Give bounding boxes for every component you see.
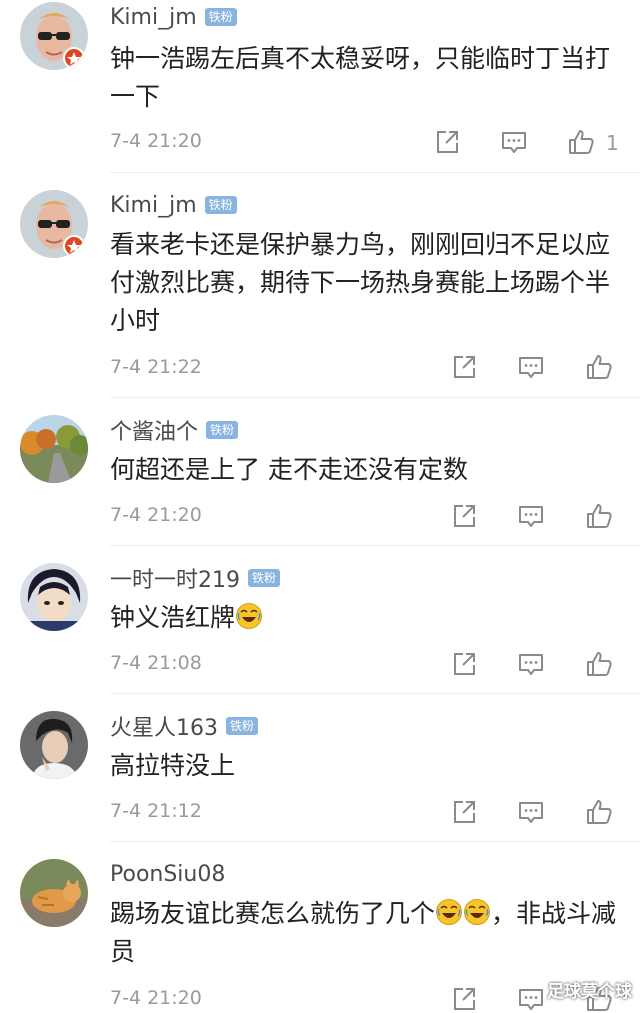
avatar[interactable] <box>20 859 88 927</box>
share-icon[interactable] <box>450 353 478 381</box>
comment-header: 火星人163 铁粉 <box>110 710 259 742</box>
fan-badge: 铁粉 <box>206 421 239 439</box>
comment-item: 一时一时219 铁粉 钟义浩红牌 7-4 21:08 <box>0 545 640 693</box>
avatar[interactable] <box>20 711 88 779</box>
comment-time: 7-4 21:12 <box>110 800 202 822</box>
comment-time: 7-4 21:08 <box>110 652 202 674</box>
comment-header: 个酱油个 铁粉 <box>110 414 239 446</box>
watermark: 足球莫个球 <box>547 982 632 1002</box>
fan-badge: 铁粉 <box>204 196 237 214</box>
comment-item: 个酱油个 铁粉 何超还是上了 走不走还没有定数 7-4 21:20 <box>0 397 640 545</box>
reply-icon[interactable] <box>500 128 528 156</box>
username[interactable]: Kimi_jm <box>110 193 197 218</box>
comment-header: Kimi_jm 铁粉 <box>110 190 237 220</box>
share-icon[interactable] <box>433 128 461 156</box>
username[interactable]: 火星人163 <box>110 710 218 742</box>
share-icon[interactable] <box>450 650 478 678</box>
like-icon[interactable] <box>567 128 595 156</box>
comment-item: PoonSiu08 踢场友谊比赛怎么就伤了几个 ，非战斗减员 7-4 21:20 <box>0 841 640 1006</box>
like-icon[interactable] <box>585 353 613 381</box>
comment-time: 7-4 21:20 <box>110 130 202 152</box>
username[interactable]: PoonSiu08 <box>110 862 225 887</box>
laughing-tears-emoji-icon <box>235 602 263 630</box>
comment-text-content: 踢场友谊比赛怎么就伤了几个 <box>110 899 436 928</box>
like-count: 1 <box>606 131 619 155</box>
comment-text: 钟义浩红牌 <box>110 599 622 637</box>
laughing-tears-emoji-icon <box>463 898 491 926</box>
fan-badge: 铁粉 <box>248 569 281 587</box>
like-icon[interactable] <box>585 502 613 530</box>
fan-badge: 铁粉 <box>204 8 237 26</box>
comment-time: 7-4 21:22 <box>110 356 202 378</box>
comment-header: PoonSiu08 <box>110 859 225 889</box>
avatar[interactable] <box>20 563 88 631</box>
comment-item: 火星人163 铁粉 高拉特没上 7-4 21:12 <box>0 693 640 841</box>
avatar[interactable] <box>20 190 88 258</box>
comment-header: 一时一时219 铁粉 <box>110 562 281 594</box>
username[interactable]: 一时一时219 <box>110 562 240 594</box>
comment-text: 高拉特没上 <box>110 751 236 780</box>
like-icon[interactable] <box>585 798 613 826</box>
reply-icon[interactable] <box>517 798 545 826</box>
username[interactable]: 个酱油个 <box>110 414 198 446</box>
share-icon[interactable] <box>450 502 478 530</box>
fan-badge: 铁粉 <box>226 717 259 735</box>
reply-icon[interactable] <box>517 502 545 530</box>
comment-text: 钟一浩踢左后真不太稳妥呀，只能临时丁当打一下 <box>110 44 611 111</box>
share-icon[interactable] <box>450 798 478 826</box>
reply-icon[interactable] <box>517 650 545 678</box>
reply-icon[interactable] <box>517 985 545 1013</box>
comment-text-content: 钟义浩红牌 <box>110 603 236 632</box>
comment-item: Kimi_jm 铁粉 看来老卡还是保护暴力鸟，刚刚回归不足以应付激烈比赛，期待下… <box>0 172 640 397</box>
comment-header: Kimi_jm 铁粉 <box>110 2 237 32</box>
like-icon[interactable] <box>585 650 613 678</box>
laughing-tears-emoji-icon <box>435 898 463 926</box>
avatar[interactable] <box>20 2 88 70</box>
share-icon[interactable] <box>450 985 478 1013</box>
comment-time: 7-4 21:20 <box>110 504 202 526</box>
comment-text: 看来老卡还是保护暴力鸟，刚刚回归不足以应付激烈比赛，期待下一场热身赛能上场踢个半… <box>110 230 611 335</box>
comment-text: 何超还是上了 走不走还没有定数 <box>110 455 468 484</box>
avatar[interactable] <box>20 415 88 483</box>
reply-icon[interactable] <box>517 353 545 381</box>
comment-item: Kimi_jm 铁粉 钟一浩踢左后真不太稳妥呀，只能临时丁当打一下 7-4 21… <box>0 0 640 172</box>
comment-text: 踢场友谊比赛怎么就伤了几个 ，非战斗减员 <box>110 895 622 971</box>
username[interactable]: Kimi_jm <box>110 5 197 30</box>
